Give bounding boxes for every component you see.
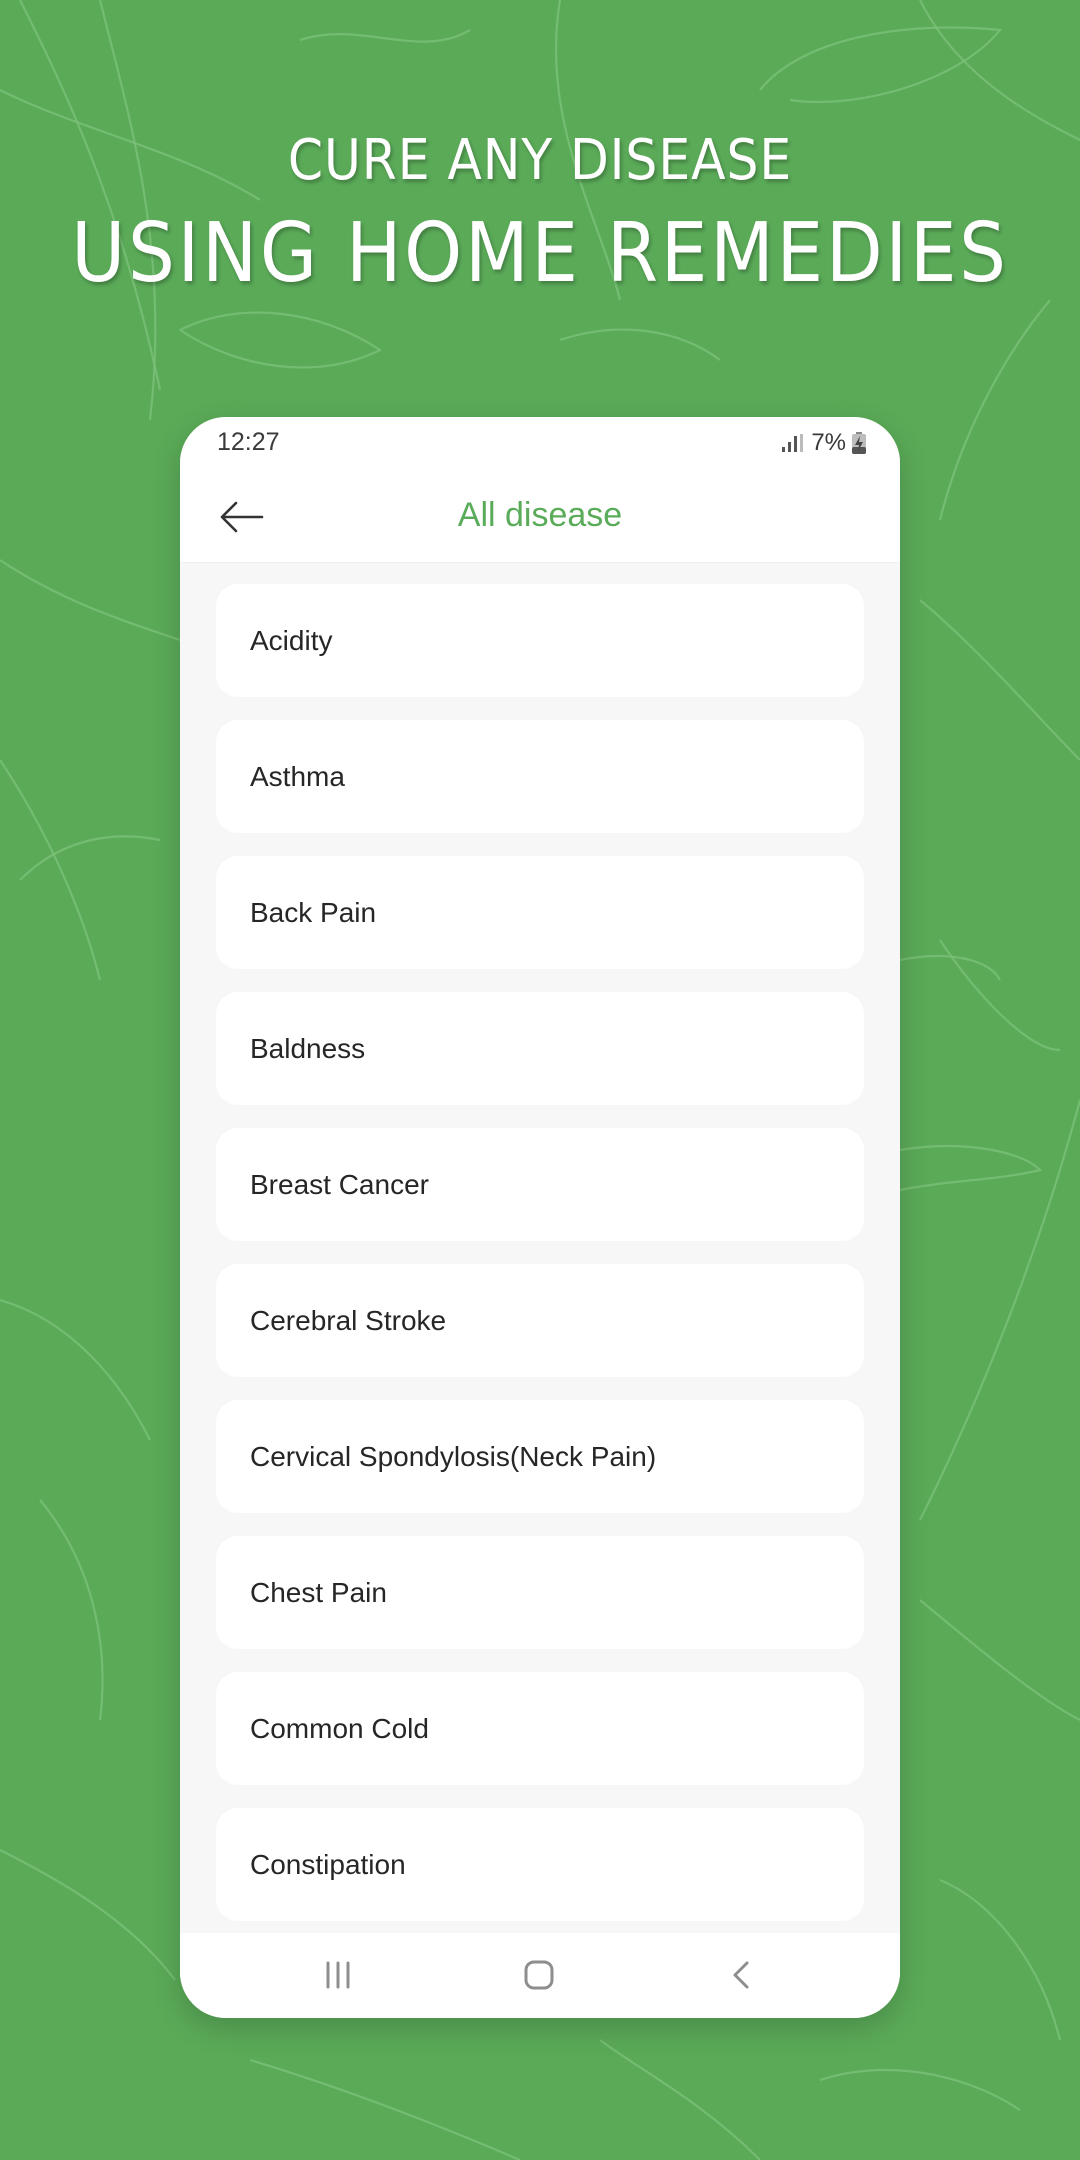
battery-charging-icon [852,432,866,454]
disease-list: Acidity Asthma Back Pain Baldness Breast… [216,584,864,1944]
disease-item-cervical-spondylosis[interactable]: Cervical Spondylosis(Neck Pain) [216,1400,864,1513]
disease-label: Breast Cancer [250,1168,429,1200]
status-time: 12:27 [217,428,280,456]
disease-label: Common Cold [250,1712,429,1744]
disease-label: Constipation [250,1848,406,1880]
status-bar: 12:27 7% [180,417,900,473]
page-title: All disease [457,496,623,534]
disease-item-common-cold[interactable]: Common Cold [216,1672,864,1785]
disease-label: Chest Pain [250,1576,387,1608]
disease-label: Back Pain [250,896,377,928]
disease-label: Cerebral Stroke [250,1304,447,1336]
signal-icon [782,434,804,452]
disease-label: Cervical Spondylosis(Neck Pain) [250,1440,657,1472]
system-back-button[interactable] [711,1953,771,1997]
disease-item-chest-pain[interactable]: Chest Pain [216,1536,864,1649]
disease-item-breast-cancer[interactable]: Breast Cancer [216,1128,864,1241]
disease-label: Baldness [250,1032,366,1064]
battery-percentage: 7% [811,429,846,456]
phone-screen: 12:27 7% All disease Acidity Asthma Back… [180,417,900,2018]
promo-headline-line1: CURE ANY DISEASE [287,128,793,193]
disease-item-constipation[interactable]: Constipation [216,1808,864,1921]
system-nav-bar [180,1933,900,2018]
recents-button[interactable] [308,1953,368,1997]
disease-item-cerebral-stroke[interactable]: Cerebral Stroke [216,1264,864,1377]
home-icon [524,1960,554,1990]
promo-headline-line2: USING HOME REMEDIES [71,206,1009,301]
status-indicators: 7% [782,429,866,457]
disease-item-acidity[interactable]: Acidity [216,584,864,697]
disease-item-baldness[interactable]: Baldness [216,992,864,1105]
home-button[interactable] [509,1953,569,1997]
disease-item-back-pain[interactable]: Back Pain [216,856,864,969]
disease-label: Asthma [250,760,345,792]
disease-label: Acidity [250,624,333,656]
disease-item-asthma[interactable]: Asthma [216,720,864,833]
chevron-left-icon [733,1961,749,1989]
app-bar: All disease [180,473,900,563]
recents-icon [326,1961,350,1989]
